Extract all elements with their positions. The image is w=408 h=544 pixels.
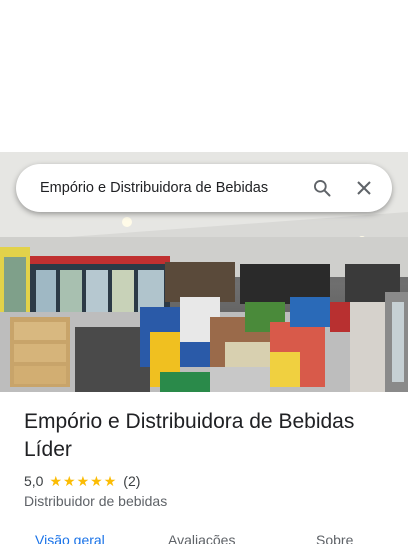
star-icon: ★ bbox=[49, 473, 63, 489]
tab-about[interactable]: Sobre bbox=[316, 532, 353, 544]
rating-row[interactable]: 5,0 ★ ★ ★ ★ ★ (2) bbox=[24, 472, 140, 490]
star-rating: ★ ★ ★ ★ ★ bbox=[49, 474, 117, 488]
rating-value: 5,0 bbox=[24, 473, 44, 489]
search-icon[interactable] bbox=[302, 164, 342, 212]
place-tabs: Visão geral Avaliações Sobre bbox=[0, 530, 408, 544]
tab-overview[interactable]: Visão geral bbox=[35, 532, 105, 544]
search-input[interactable]: Empório e Distribuidora de Bebidas bbox=[40, 180, 302, 196]
tab-reviews[interactable]: Avaliações bbox=[168, 532, 235, 544]
star-icon: ★ bbox=[76, 473, 90, 489]
review-count-link[interactable]: (2) bbox=[123, 473, 140, 489]
star-icon: ★ bbox=[90, 473, 103, 489]
place-title: Empório e Distribuidora de Bebidas Líder bbox=[24, 410, 355, 461]
star-icon: ★ bbox=[63, 473, 76, 489]
close-icon[interactable] bbox=[342, 164, 386, 212]
map-blank-area bbox=[0, 0, 408, 152]
place-category: Distribuidor de bebidas bbox=[24, 493, 168, 509]
star-icon: ★ bbox=[103, 473, 117, 489]
search-bar[interactable]: Empório e Distribuidora de Bebidas bbox=[16, 164, 392, 212]
